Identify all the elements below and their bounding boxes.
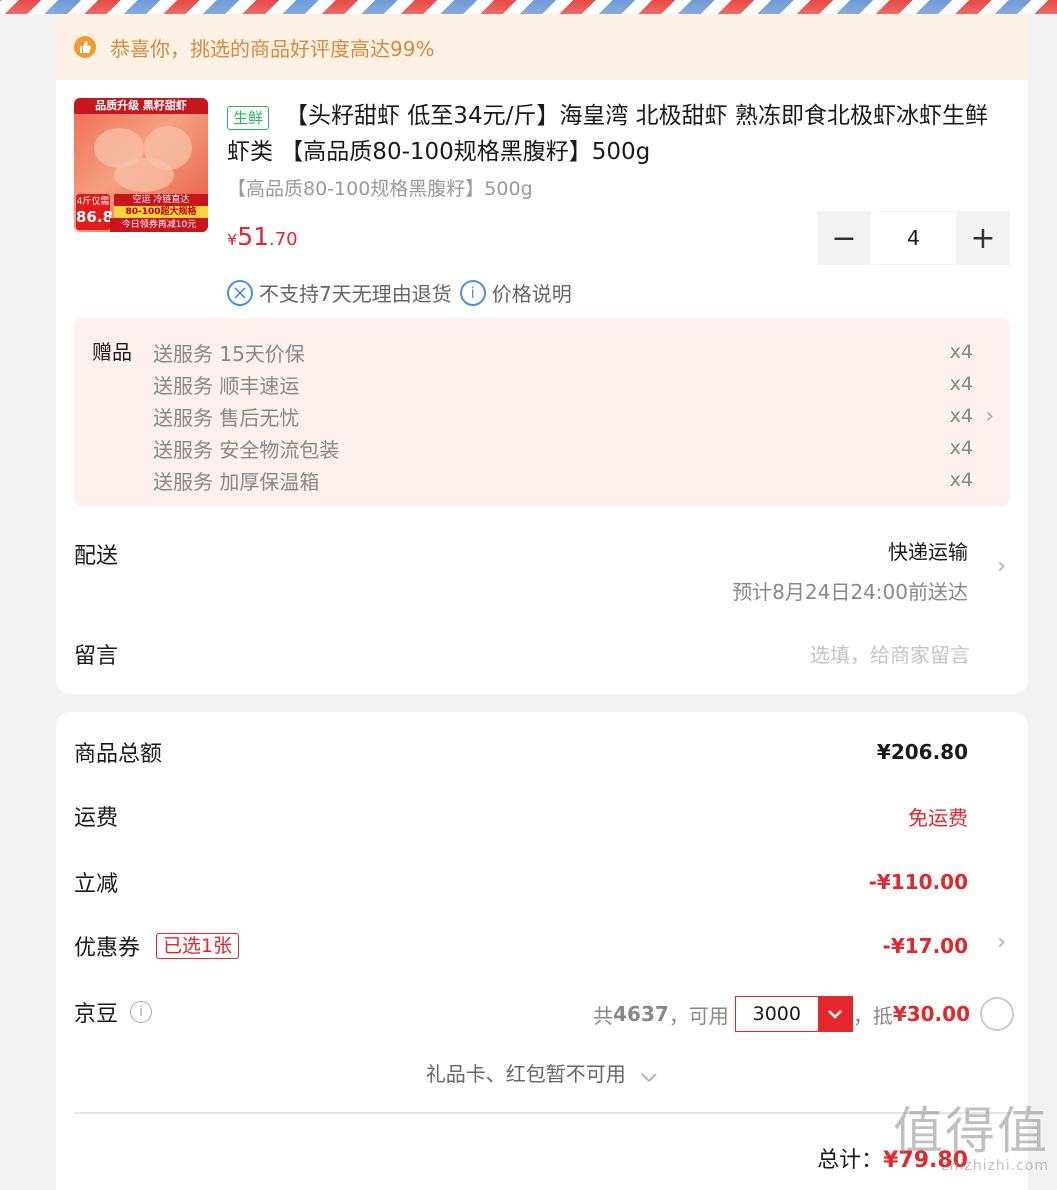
freight-value: 免运费 <box>908 805 968 830</box>
discount-row: 立减 -¥110.00 <box>74 862 968 902</box>
giftcard-row[interactable]: 礼品卡、红包暂不可用 <box>56 1058 1028 1088</box>
divider <box>74 1112 1010 1114</box>
badge-line: 4斤仅需 <box>76 197 110 207</box>
gift-name: 送服务 安全物流包装 <box>153 437 340 462</box>
beans-total: 4637 <box>613 1002 669 1026</box>
image-line1: 空运 冷链直达 <box>114 194 208 206</box>
thumbs-up-icon <box>74 36 96 58</box>
no-return-icon <box>227 279 253 306</box>
image-price-badge: 4斤仅需 86.8 <box>76 194 114 230</box>
increase-button[interactable]: + <box>956 211 1010 265</box>
goods-total-row: 商品总额 ¥206.80 <box>74 732 968 772</box>
beans-label-group: 京豆 i <box>74 996 153 1028</box>
chevron-down-icon <box>640 1064 658 1088</box>
product-image[interactable]: 品质升级 黑籽甜虾 4斤仅需 86.8 空运 冷链直达 80-100超大规格 今… <box>74 98 208 232</box>
beans-row: 京豆 i <box>74 992 274 1032</box>
gift-name: 送服务 售后无忧 <box>153 405 300 430</box>
chevron-down-icon[interactable] <box>817 997 852 1031</box>
watermark-url: zhizhizhi.com <box>941 1158 1049 1174</box>
product-spec: 【高品质80-100规格黑腹籽】500g <box>227 178 533 200</box>
gift-qty: x4 <box>949 373 973 395</box>
gift-qty: x4 <box>949 405 973 427</box>
delivery-eta: 预计8月24日24:00前送达 <box>732 580 968 604</box>
coupon-value: -¥17.00 <box>882 934 968 958</box>
beans-amount-select[interactable]: 3000 <box>734 996 853 1032</box>
delivery-label: 配送 <box>74 544 119 569</box>
coupon-label-group: 优惠券 已选1张 <box>74 930 240 962</box>
memo-label: 留言 <box>74 644 119 669</box>
discount-value: -¥110.00 <box>868 870 968 894</box>
product-price: ¥51.70 <box>227 222 298 251</box>
info-icon[interactable]: i <box>459 279 486 306</box>
beans-usable-text: ，可用 <box>668 1003 729 1028</box>
delivery-method[interactable]: 快递运输 <box>888 536 968 565</box>
gift-name: 送服务 加厚保温箱 <box>153 469 320 494</box>
freight-row: 运费 免运费 <box>74 796 968 836</box>
chevron-right-icon[interactable]: › <box>997 554 1006 579</box>
chevron-right-icon: › <box>985 404 994 429</box>
gift-qty: x4 <box>949 341 973 363</box>
watermark-logo: 值得值 <box>893 1102 1049 1160</box>
giftcard-text: 礼品卡、红包暂不可用 <box>425 1062 626 1086</box>
gift-qty: x4 <box>949 437 973 459</box>
gift-name: 送服务 15天价保 <box>153 341 305 366</box>
decrease-button[interactable]: − <box>817 211 871 265</box>
coupon-selected-tag: 已选1张 <box>156 933 240 959</box>
price-note-link[interactable]: 价格说明 <box>492 278 572 307</box>
gift-item: 送服务 加厚保温箱 x4 <box>153 464 973 496</box>
image-top-text: 品质升级 黑籽甜虾 <box>74 98 208 114</box>
gift-item: 送服务 15天价保 x4 <box>153 336 973 368</box>
goods-total-label: 商品总额 <box>74 742 163 767</box>
airmail-fade <box>0 0 1057 14</box>
summary-card: 商品总额 ¥206.80 运费 免运费 立减 -¥110.00 优惠券 已选1张… <box>56 712 1028 1190</box>
product-title[interactable]: 【头籽甜虾 低至34元/斤】海皇湾 北极甜虾 熟冻即食北极虾冰虾生鲜虾类 【高品… <box>227 98 1007 170</box>
discount-label: 立减 <box>74 872 119 897</box>
price-symbol: ¥ <box>227 230 238 249</box>
image-line2: 80-100超大规格 <box>114 206 208 218</box>
gift-name: 送服务 顺丰速运 <box>153 373 300 398</box>
shrimp-shape <box>114 158 174 192</box>
beans-controls: 共 4637 ，可用 3000 ，抵 ¥30.00 <box>593 996 1014 1032</box>
coupon-label: 优惠券 <box>74 936 141 961</box>
policy-row: 不支持7天无理由退货 i 价格说明 <box>227 278 572 307</box>
image-line3: 今日领券再减10元 <box>110 218 208 232</box>
order-item-card: 恭喜你，挑选的商品好评度高达99% 品质升级 黑籽甜虾 4斤仅需 86.8 空运… <box>56 14 1028 694</box>
gift-section[interactable]: 赠品 送服务 15天价保 x4 送服务 顺丰速运 x4 送服务 售后无忧 x4 … <box>74 318 1010 506</box>
price-decimal: .70 <box>269 229 298 250</box>
price-integer: 51 <box>237 222 269 251</box>
gift-item: 送服务 售后无忧 x4 <box>153 400 973 432</box>
total-label: 总计： <box>817 1148 884 1173</box>
gift-item: 送服务 安全物流包装 x4 <box>153 432 973 464</box>
watermark: 值得值 zhizhizhi.com <box>893 1104 1049 1174</box>
beans-deduct-value: ¥30.00 <box>892 1002 970 1026</box>
banner-text: 恭喜你，挑选的商品好评度高达99% <box>110 36 435 61</box>
gift-label: 赠品 <box>92 340 132 364</box>
coupon-row[interactable]: 优惠券 已选1张 -¥17.00 <box>74 926 968 966</box>
no-return-text: 不支持7天无理由退货 <box>259 282 452 306</box>
beans-total-prefix: 共 <box>593 1003 614 1028</box>
beans-amount-value[interactable]: 3000 <box>736 997 818 1031</box>
info-icon[interactable]: i <box>130 1001 153 1023</box>
gift-item: 送服务 顺丰速运 x4 <box>153 368 973 400</box>
goods-total-value: ¥206.80 <box>876 740 968 764</box>
memo-input[interactable]: 选填，给商家留言 <box>810 639 970 668</box>
beans-label: 京豆 <box>74 1002 119 1027</box>
quantity-stepper: − 4 + <box>817 211 1010 265</box>
beans-radio[interactable] <box>980 997 1014 1031</box>
beans-deduct-prefix: ，抵 <box>852 1003 893 1028</box>
badge-price: 86.8 <box>76 208 114 226</box>
gift-qty: x4 <box>949 469 973 491</box>
freight-label: 运费 <box>74 806 119 831</box>
fresh-tag: 生鲜 <box>227 106 270 130</box>
chevron-right-icon[interactable]: › <box>997 930 1006 955</box>
quantity-value[interactable]: 4 <box>873 211 954 265</box>
praise-banner: 恭喜你，挑选的商品好评度高达99% <box>56 14 1028 80</box>
